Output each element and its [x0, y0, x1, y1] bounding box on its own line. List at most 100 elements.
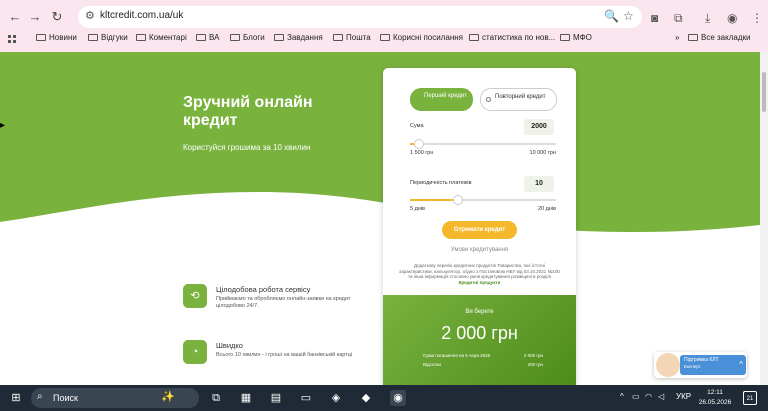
volume-icon[interactable]: ◁	[658, 392, 664, 401]
period-slider[interactable]	[410, 195, 556, 205]
profile-icon[interactable]: ◉	[727, 11, 737, 25]
camera-icon[interactable]: ◙	[651, 11, 658, 25]
wifi-icon[interactable]: ◠	[645, 392, 652, 401]
back-icon[interactable]: ←	[5, 6, 25, 28]
result-amount: 2 000 грн	[441, 323, 518, 343]
office-icon[interactable]: ◈	[328, 390, 344, 406]
support-title: Підтримка КЛТ	[684, 357, 719, 363]
site-info-icon[interactable]: ⚙	[85, 9, 95, 22]
notifications-badge[interactable]: 21	[743, 391, 757, 405]
url-text: kltcredit.com.ua/uk	[100, 10, 184, 21]
support-avatar	[656, 353, 680, 377]
bookmark-folder[interactable]: МФО	[560, 33, 592, 42]
period-label: Периодичність платежів	[410, 180, 472, 186]
feature-title: Цілодобова робота сервісу	[216, 285, 311, 294]
bookmark-folder[interactable]: Відгуки	[88, 33, 128, 42]
mouse-cursor-icon: ▸	[0, 120, 6, 131]
calculator-icon[interactable]: ▤	[268, 390, 284, 406]
folder-icon	[469, 34, 479, 41]
folder-icon	[688, 34, 698, 41]
search-highlight-icon: ✨	[161, 391, 175, 403]
folder-icon	[333, 34, 343, 41]
result-row: Сума погашення на 5 чера 2026 2 000 грн	[423, 353, 543, 358]
folder-icon	[380, 34, 390, 41]
language-indicator[interactable]: УКР	[676, 392, 691, 401]
browser-chrome: ← → ↻ ⚙ kltcredit.com.ua/uk 🔍 ☆ ◙ ⧉ ⤓ ◉ …	[0, 0, 768, 52]
amount-slider-handle[interactable]	[413, 139, 424, 149]
amount-label: Сума	[410, 123, 424, 129]
bookmark-folder[interactable]: Завдання	[274, 33, 323, 42]
period-slider-handle[interactable]	[453, 195, 464, 205]
bookmark-folder[interactable]: ВА	[196, 33, 219, 42]
result-row: Відсотки 200 грн	[423, 362, 543, 367]
reload-icon[interactable]: ↻	[47, 6, 67, 28]
forward-icon[interactable]: →	[25, 6, 45, 28]
taskbar-search[interactable]: ⌕ Поиск ✨	[31, 388, 199, 408]
bookmark-star-icon[interactable]: ☆	[623, 9, 634, 23]
radio-icon	[486, 97, 491, 102]
tray-chevron-icon[interactable]: ^	[620, 392, 624, 401]
bookmark-folder[interactable]: Пошта	[333, 33, 371, 42]
folder-icon	[560, 34, 570, 41]
bookmarks-overflow-button[interactable]: »	[675, 33, 679, 42]
folder-icon	[136, 34, 146, 41]
bookmark-folder[interactable]: Новини	[36, 33, 77, 42]
folder-icon	[88, 34, 98, 41]
file-explorer-icon[interactable]: ▭	[298, 390, 314, 406]
clock[interactable]: 12:11 26.05.2026	[695, 388, 735, 408]
credit-products-link[interactable]: Кредитні продукти	[459, 280, 501, 285]
page-scrollbar[interactable]	[760, 52, 768, 385]
feature-24-7: ⟲ Цілодобова робота сервісу Приймаємо та…	[183, 284, 363, 314]
feature-title: Швидко	[216, 341, 243, 350]
feature-desc: Всього 10 хвилин - і гроші на вашій банк…	[216, 352, 353, 358]
address-row: ← → ↻ ⚙ kltcredit.com.ua/uk 🔍 ☆ ◙ ⧉ ⤓ ◉ …	[0, 6, 768, 28]
timer-icon: ◔	[183, 340, 207, 364]
tab-first-credit[interactable]: Перший кредит	[410, 88, 473, 111]
folder-icon	[274, 34, 284, 41]
folder-icon	[196, 34, 206, 41]
address-bar[interactable]: ⚙ kltcredit.com.ua/uk 🔍 ☆	[78, 6, 642, 28]
windows-start-icon[interactable]: ⊞	[8, 390, 24, 406]
bookmark-folder[interactable]: Блоги	[230, 33, 265, 42]
task-view-icon[interactable]: ⧉	[208, 390, 224, 406]
folder-icon	[230, 34, 240, 41]
menu-icon[interactable]: ⋮	[751, 11, 763, 25]
search-icon: ⌕	[37, 391, 43, 402]
amount-value[interactable]: 2000	[524, 119, 554, 135]
feature-fast: ◔ Швидко Всього 10 хвилин - і гроші на в…	[183, 340, 363, 370]
support-subtitle: Експерт	[684, 364, 701, 369]
hero-subtitle: Користуйся грошима за 10 хвилин	[183, 143, 311, 152]
extensions-icon[interactable]: ⧉	[674, 11, 683, 26]
credit-terms-link[interactable]: Умови кредитування	[383, 247, 576, 253]
chrome-icon[interactable]: ◉	[390, 390, 406, 406]
bookmark-folder[interactable]: Корисні посилання	[380, 33, 463, 42]
tab-repeat-credit[interactable]: Повторний кредит	[480, 88, 557, 111]
folder-icon	[36, 34, 46, 41]
period-value[interactable]: 10	[524, 176, 554, 192]
amount-max: 10 000 грн	[529, 150, 556, 156]
windows-taskbar: ⊞ ⌕ Поиск ✨ ⧉ ▦ ▤ ▭ ◈ ◆ ◉ ^ ▭ ◠ ◁ УКР 12…	[0, 385, 768, 411]
bookmark-folder[interactable]: Коментарі	[136, 33, 187, 42]
fine-print: Додаткову перелік кредитних продуктів То…	[399, 263, 560, 285]
scrollbar-thumb[interactable]	[762, 72, 766, 112]
feature-desc: Приймаємо та обробляємо онлайн-заявки на…	[216, 296, 351, 309]
zoom-icon[interactable]: 🔍	[604, 9, 619, 23]
chevron-up-icon[interactable]: ^	[739, 360, 743, 369]
battery-icon[interactable]: ▭	[632, 392, 640, 401]
search-placeholder: Поиск	[53, 393, 78, 403]
web-page: ▸ Зручний онлайн кредит Користуйся гроши…	[0, 52, 768, 385]
amount-slider[interactable]	[410, 139, 556, 149]
result-get-label: Ви берете	[465, 309, 494, 315]
bookmark-folder[interactable]: статистика по нов...	[469, 33, 555, 42]
download-icon[interactable]: ⤓	[705, 11, 710, 26]
store-icon[interactable]: ▦	[238, 390, 254, 406]
clock-24-icon: ⟲	[183, 284, 207, 308]
period-slider-fill	[410, 199, 459, 201]
period-max: 20 днів	[537, 206, 556, 212]
all-bookmarks-folder[interactable]: Все закладки	[688, 33, 750, 42]
app-icon[interactable]: ◆	[358, 390, 374, 406]
get-credit-button[interactable]: Отримати кредит	[442, 221, 517, 239]
loan-calculator: Перший кредит Повторний кредит Сума 2000…	[383, 68, 576, 385]
support-chat-panel[interactable]: Підтримка КЛТ Експерт ^	[680, 355, 746, 375]
support-chat-widget[interactable]: Підтримка КЛТ Експерт ^	[654, 352, 747, 378]
